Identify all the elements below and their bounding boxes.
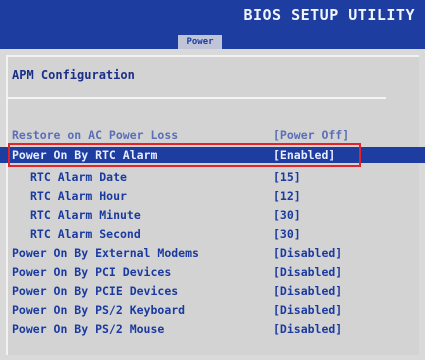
title-bar: BIOS SETUP UTILITY Power xyxy=(0,0,425,49)
setting-row-ps2-mouse[interactable]: Power On By PS/2 Mouse [Disabled] xyxy=(0,321,425,337)
setting-value[interactable]: [Power Off] xyxy=(273,127,349,143)
setting-label: Restore on AC Power Loss xyxy=(12,128,179,142)
setting-value[interactable]: [Disabled] xyxy=(273,264,342,280)
setting-row-rtc-alarm-minute[interactable]: RTC Alarm Minute [30] xyxy=(0,207,425,223)
setting-label: RTC Alarm Hour xyxy=(30,189,127,203)
setting-row-pci-devices[interactable]: Power On By PCI Devices [Disabled] xyxy=(0,264,425,280)
setting-row-rtc-alarm-second[interactable]: RTC Alarm Second [30] xyxy=(0,226,425,242)
setting-value[interactable]: [30] xyxy=(273,226,301,242)
setting-row-pcie-devices[interactable]: Power On By PCIE Devices [Disabled] xyxy=(0,283,425,299)
setting-label: Power On By PCI Devices xyxy=(12,265,172,279)
tab-power[interactable]: Power xyxy=(178,35,222,49)
section-divider xyxy=(6,97,386,99)
setting-label: Power On By External Modems xyxy=(12,246,199,260)
setting-value[interactable]: [12] xyxy=(273,188,301,204)
setting-row-ps2-keyboard[interactable]: Power On By PS/2 Keyboard [Disabled] xyxy=(0,302,425,318)
setting-value[interactable]: [Disabled] xyxy=(273,302,342,318)
setting-row-restore-ac-power-loss[interactable]: Restore on AC Power Loss [Power Off] xyxy=(0,127,425,143)
setting-row-rtc-alarm-hour[interactable]: RTC Alarm Hour [12] xyxy=(0,188,425,204)
app-title: BIOS SETUP UTILITY xyxy=(243,6,415,24)
setting-value[interactable]: [Disabled] xyxy=(273,321,342,337)
setting-label: Power On By PCIE Devices xyxy=(12,284,179,298)
setting-label: RTC Alarm Second xyxy=(30,227,141,241)
setting-value[interactable]: [Disabled] xyxy=(273,283,342,299)
setting-value[interactable]: [15] xyxy=(273,169,301,185)
setting-label: RTC Alarm Minute xyxy=(30,208,141,222)
setting-row-rtc-alarm-date[interactable]: RTC Alarm Date [15] xyxy=(0,169,425,185)
setting-value[interactable]: [30] xyxy=(273,207,301,223)
section-title: APM Configuration xyxy=(12,68,135,82)
setting-label: Power On By PS/2 Keyboard xyxy=(12,303,186,317)
setting-label: RTC Alarm Date xyxy=(30,170,127,184)
setting-label: Power On By PS/2 Mouse xyxy=(12,322,165,336)
highlight-frame xyxy=(8,143,361,167)
setting-value[interactable]: [Disabled] xyxy=(273,245,342,261)
setting-row-external-modems[interactable]: Power On By External Modems [Disabled] xyxy=(0,245,425,261)
